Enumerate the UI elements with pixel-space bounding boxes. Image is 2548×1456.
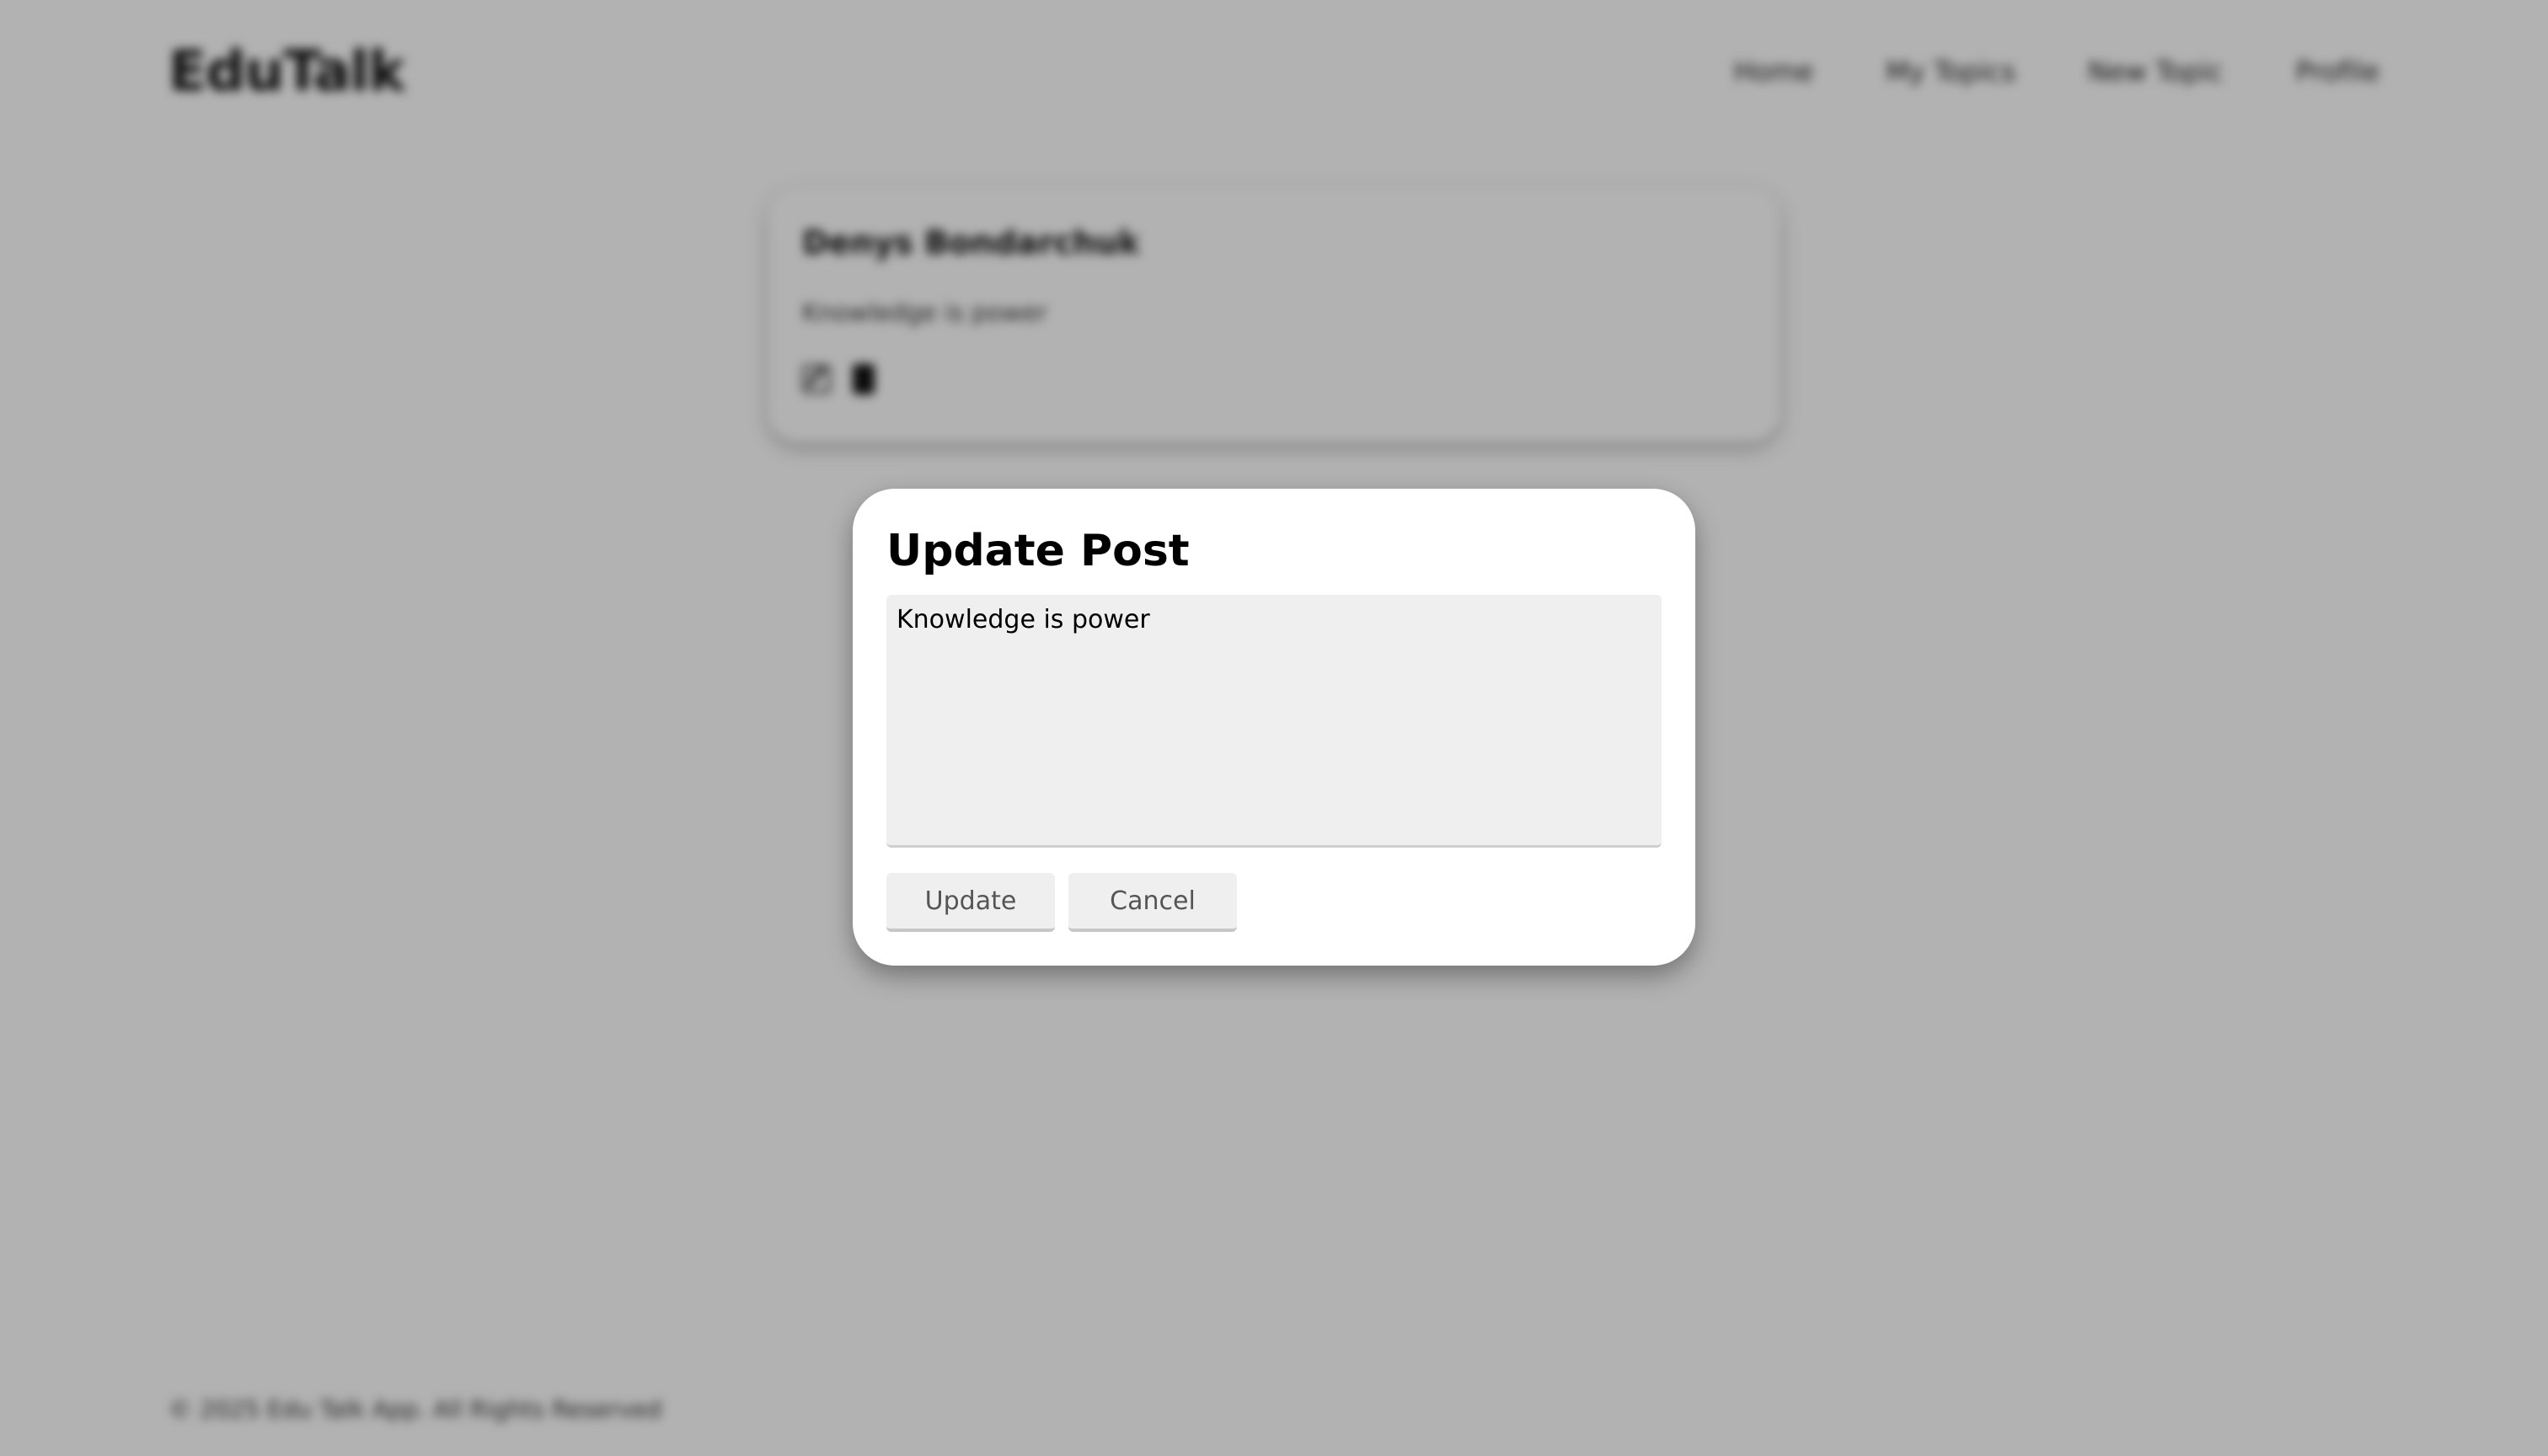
modal-buttons: Update Cancel <box>886 873 1237 932</box>
update-post-modal: Update Post Knowledge is power Update Ca… <box>853 489 1695 966</box>
post-content-textarea[interactable]: Knowledge is power <box>886 595 1662 848</box>
cancel-button[interactable]: Cancel <box>1068 873 1237 932</box>
page: EduTalk Home My Topics New Topic Profile… <box>0 0 2548 1456</box>
update-button[interactable]: Update <box>886 873 1055 932</box>
modal-title: Update Post <box>886 526 1190 576</box>
